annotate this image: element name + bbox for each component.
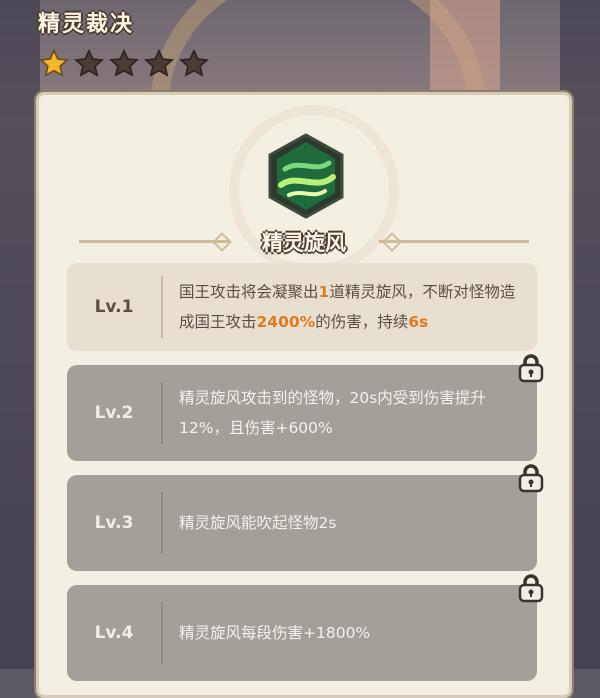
level-row-3: Lv.3 精灵旋风能吹起怪物2s — [67, 464, 544, 571]
star-rating — [38, 48, 210, 80]
level-description: 精灵旋风能吹起怪物2s — [179, 514, 337, 532]
level-row-1: Lv.1 国王攻击将会凝聚出1道精灵旋风，不断对怪物造成国王攻击2400%的伤害… — [67, 263, 537, 351]
lock-icon — [518, 354, 544, 383]
level-row-4: Lv.4 精灵旋风每段伤害+1800% — [67, 574, 544, 681]
level-description: 精灵旋风攻击到的怪物，20s内受到伤害提升12%，且伤害+600% — [179, 389, 486, 437]
level-row-2: Lv.2 精灵旋风攻击到的怪物，20s内受到伤害提升12%，且伤害+600% — [67, 354, 544, 461]
card-title: 精灵裁决 — [38, 12, 135, 37]
level-label: Lv.2 — [94, 403, 134, 423]
skill-detail-panel: 精灵旋风 Lv.1 国王攻击将会凝聚出1道精灵旋风，不断对怪物造成国王攻击240… — [36, 92, 572, 698]
star-filled-icon — [39, 48, 69, 77]
lock-icon — [518, 464, 544, 493]
level-description: 精灵旋风每段伤害+1800% — [179, 624, 371, 642]
level-label: Lv.1 — [94, 297, 134, 317]
level-label: Lv.4 — [94, 623, 134, 643]
star-empty-icon — [144, 48, 174, 77]
star-empty-icon — [74, 48, 104, 77]
background-curtain — [430, 0, 500, 100]
star-empty-icon — [179, 48, 209, 77]
level-description: 国王攻击将会凝聚出1道精灵旋风，不断对怪物造成国王攻击2400%的伤害，持续6s — [179, 283, 516, 331]
level-list: Lv.1 国王攻击将会凝聚出1道精灵旋风，不断对怪物造成国王攻击2400%的伤害… — [67, 263, 544, 695]
lock-icon — [518, 574, 544, 603]
skill-name: 精灵旋风 — [262, 231, 346, 255]
level-label: Lv.3 — [94, 513, 134, 533]
star-empty-icon — [109, 48, 139, 77]
green-whirlwind-icon — [268, 133, 344, 219]
background-pillar — [0, 0, 40, 669]
